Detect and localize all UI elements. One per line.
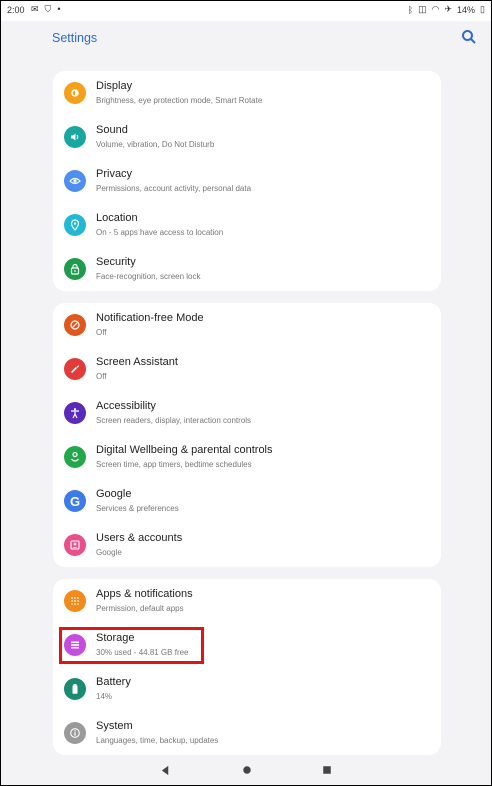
info-icon (64, 722, 86, 744)
item-subtitle: Services & preferences (96, 504, 179, 513)
item-subtitle: Off (96, 372, 107, 381)
battery-percent: 14% (457, 4, 476, 15)
settings-item-digital-wellbeing[interactable]: Digital Wellbeing & parental controls Sc… (53, 435, 441, 479)
item-title: Privacy (96, 168, 133, 180)
item-subtitle: Brightness, eye protection mode, Smart R… (96, 96, 263, 105)
lock-icon (64, 258, 86, 280)
location-icon (64, 214, 86, 236)
item-title: Location (96, 212, 138, 224)
settings-item-users-accounts[interactable]: Users & accounts Google (53, 523, 441, 567)
status-bar: 2:00 ✉ ⛉ • ᛒ ◫ ◠ ✈ 14% ▯ (1, 1, 491, 21)
item-subtitle: Screen time, app timers, bedtime schedul… (96, 460, 252, 469)
item-subtitle: Permission, default apps (96, 604, 184, 613)
item-subtitle: Google (96, 548, 122, 557)
shield-icon: ⛉ (44, 4, 52, 14)
search-icon[interactable] (461, 29, 477, 45)
settings-item-location[interactable]: Location On - 5 apps have access to loca… (53, 203, 441, 247)
account-icon (64, 534, 86, 556)
settings-group-1: Display Brightness, eye protection mode,… (53, 71, 441, 291)
item-subtitle: 14% (96, 692, 113, 701)
item-title: Digital Wellbeing & parental controls (96, 444, 273, 456)
sound-icon (64, 126, 86, 148)
item-title: Notification-free Mode (96, 312, 204, 324)
wrench-icon (64, 358, 86, 380)
item-subtitle: Volume, vibration, Do Not Disturb (96, 140, 215, 149)
privacy-icon (64, 170, 86, 192)
settings-item-apps-notifications[interactable]: Apps & notifications Permission, default… (53, 579, 441, 623)
vibrate-icon: ◫ (418, 4, 427, 14)
status-left-icons: ✉ ⛉ • (31, 4, 60, 15)
item-title: Google (96, 488, 132, 500)
item-title: Accessibility (96, 400, 156, 412)
storage-highlight-box (59, 627, 204, 664)
item-subtitle: Off (96, 328, 107, 337)
home-icon[interactable] (240, 763, 254, 777)
settings-item-accessibility[interactable]: Accessibility Screen readers, display, i… (53, 391, 441, 435)
item-title: Users & accounts (96, 532, 183, 544)
recents-icon[interactable] (320, 763, 334, 777)
settings-item-battery[interactable]: Battery 14% (53, 667, 441, 711)
display-icon (64, 82, 86, 104)
item-title: Display (96, 80, 133, 92)
item-title: Screen Assistant (96, 356, 178, 368)
apps-grid-icon (64, 590, 86, 612)
settings-item-notification-free-mode[interactable]: Notification-free Mode Off (53, 303, 441, 347)
bluetooth-icon: ᛒ (407, 4, 414, 15)
item-title: Sound (96, 124, 128, 136)
item-title: System (96, 720, 133, 732)
battery-icon: ▯ (480, 4, 485, 14)
item-title: Battery (96, 676, 131, 688)
settings-item-sound[interactable]: Sound Volume, vibration, Do Not Disturb (53, 115, 441, 159)
item-subtitle: Languages, time, backup, updates (96, 736, 219, 745)
settings-item-display[interactable]: Display Brightness, eye protection mode,… (53, 71, 441, 115)
item-subtitle: Screen readers, display, interaction con… (96, 416, 252, 425)
settings-item-privacy[interactable]: Privacy Permissions, account activity, p… (53, 159, 441, 203)
battery-icon (64, 678, 86, 700)
settings-item-security[interactable]: Security Face-recognition, screen lock (53, 247, 441, 291)
status-time: 2:00 (7, 5, 25, 15)
accessibility-icon (64, 402, 86, 424)
settings-item-system[interactable]: System Languages, time, backup, updates (53, 711, 441, 755)
wifi-icon: ◠ (431, 4, 440, 14)
item-title: Apps & notifications (96, 588, 193, 600)
back-icon[interactable] (158, 763, 172, 777)
status-right-icons: ᛒ ◫ ◠ ✈ 14% ▯ (408, 4, 485, 15)
google-icon: G (64, 490, 86, 512)
item-subtitle: On - 5 apps have access to location (96, 228, 224, 237)
airplane-icon: ✈ (444, 4, 453, 14)
item-subtitle: Permissions, account activity, personal … (96, 184, 252, 193)
wellbeing-icon (64, 446, 86, 468)
gmail-icon: ✉ (31, 4, 39, 14)
settings-item-google[interactable]: G Google Services & preferences (53, 479, 441, 523)
item-subtitle: Face-recognition, screen lock (96, 272, 201, 281)
settings-item-screen-assistant[interactable]: Screen Assistant Off (53, 347, 441, 391)
screen: 2:00 ✉ ⛉ • ᛒ ◫ ◠ ✈ 14% ▯ Settings Displa… (0, 0, 492, 786)
settings-group-2: Notification-free Mode Off Screen Assist… (53, 303, 441, 567)
page-title: Settings (52, 31, 98, 45)
dot-icon: • (57, 4, 61, 14)
item-title: Security (96, 256, 136, 268)
settings-group-3: Apps & notifications Permission, default… (53, 579, 441, 755)
app-bar: Settings (1, 21, 491, 61)
navigation-bar (1, 757, 491, 785)
do-not-disturb-icon (64, 314, 86, 336)
